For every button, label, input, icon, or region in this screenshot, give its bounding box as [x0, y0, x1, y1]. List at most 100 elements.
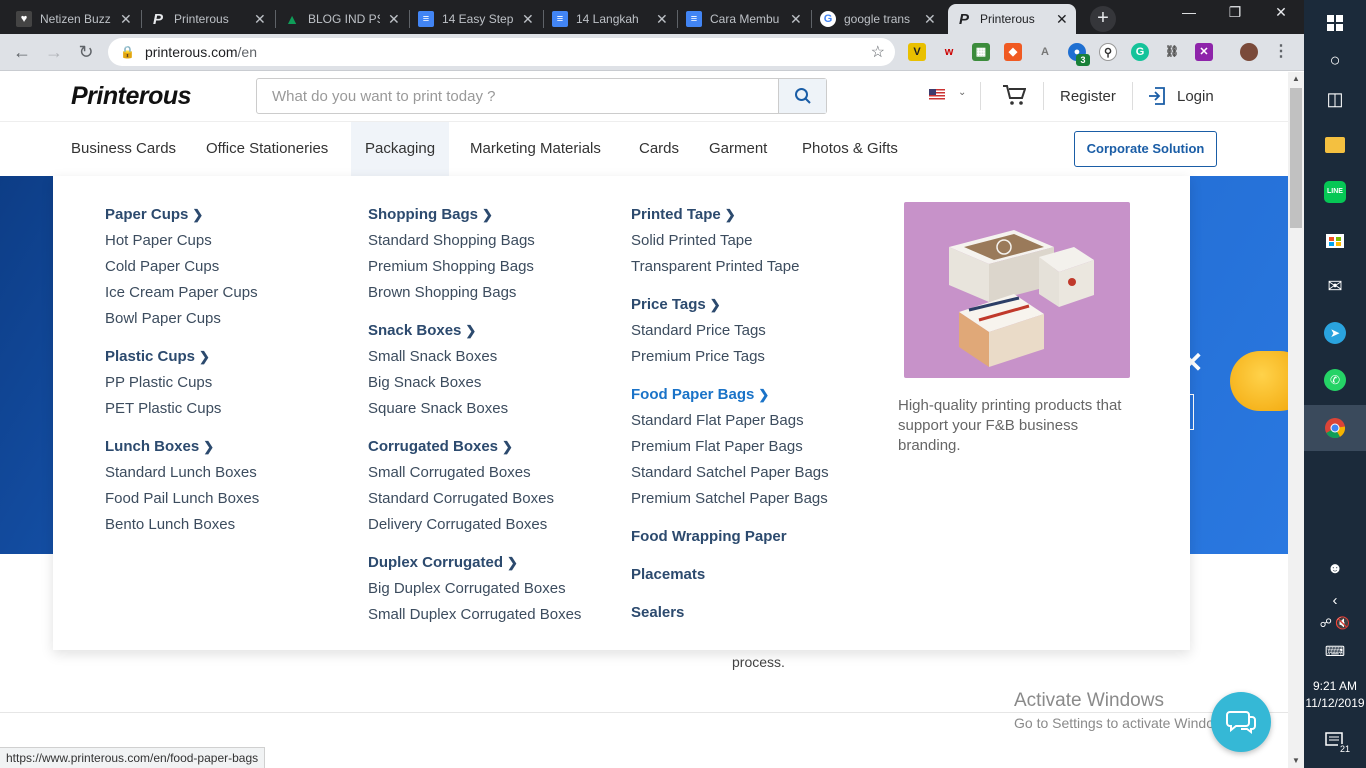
menu-group-sealers[interactable]: Sealers	[631, 600, 829, 626]
menu-item[interactable]: Small Snack Boxes	[368, 344, 581, 370]
task-view-icon[interactable]: ◫	[1304, 76, 1366, 122]
browser-tab[interactable]: P Printerous ✕	[142, 4, 274, 34]
menu-item[interactable]: Standard Lunch Boxes	[105, 460, 259, 486]
nav-category-cards[interactable]: Cards	[639, 122, 679, 176]
cart-icon[interactable]	[1002, 84, 1027, 111]
page-scrollbar[interactable]: ▲ ▼	[1288, 72, 1304, 768]
menu-item[interactable]: Ice Cream Paper Cups	[105, 280, 259, 306]
menu-item[interactable]: Standard Corrugated Boxes	[368, 486, 581, 512]
tab-close-icon[interactable]: ✕	[1056, 11, 1068, 28]
scroll-down-arrow[interactable]: ▼	[1288, 754, 1304, 768]
w-extension-icon[interactable]: w	[940, 43, 958, 61]
menu-item[interactable]: Small Corrugated Boxes	[368, 460, 581, 486]
telegram-icon[interactable]: ➤	[1304, 310, 1366, 356]
menu-group-food-wrapping-paper[interactable]: Food Wrapping Paper	[631, 524, 829, 550]
menu-item[interactable]: PP Plastic Cups	[105, 370, 259, 396]
tab-close-icon[interactable]: ✕	[790, 11, 802, 28]
menu-item[interactable]: Food Pail Lunch Boxes	[105, 486, 259, 512]
nav-category-marketing-materials[interactable]: Marketing Materials	[470, 122, 601, 176]
scroll-up-arrow[interactable]: ▲	[1288, 72, 1304, 86]
menu-item[interactable]: Hot Paper Cups	[105, 228, 259, 254]
nav-category-packaging[interactable]: Packaging	[351, 122, 450, 176]
nav-category-photos-gifts[interactable]: Photos & Gifts	[802, 122, 898, 176]
store-icon[interactable]	[1304, 216, 1366, 262]
menu-item[interactable]: Square Snack Boxes	[368, 396, 581, 422]
search-button[interactable]	[778, 79, 826, 113]
v-extension-icon[interactable]: V	[908, 43, 926, 61]
browser-tab[interactable]: P Printerous ✕	[948, 4, 1076, 34]
menu-item[interactable]: Bowl Paper Cups	[105, 306, 259, 332]
menu-item[interactable]: Delivery Corrugated Boxes	[368, 512, 581, 538]
menu-item[interactable]: Small Duplex Corrugated Boxes	[368, 602, 581, 628]
file-explorer-icon[interactable]	[1304, 122, 1366, 168]
restore-button[interactable]: ❐	[1212, 4, 1258, 21]
car-extension-icon[interactable]: ⛓	[1163, 43, 1181, 61]
nav-category-garment[interactable]: Garment	[709, 122, 767, 176]
browser-tab[interactable]: ≡ Cara Membu ✕	[678, 4, 810, 34]
menu-group-printed-tape[interactable]: Printed Tape ❯	[631, 202, 829, 228]
tab-close-icon[interactable]: ✕	[522, 11, 534, 28]
menu-item[interactable]: Bento Lunch Boxes	[105, 512, 259, 538]
whatsapp-icon[interactable]: ✆	[1304, 357, 1366, 403]
orange-extension-icon[interactable]: ◆	[1004, 43, 1022, 61]
search-input[interactable]	[257, 79, 779, 113]
menu-item[interactable]: Premium Flat Paper Bags	[631, 434, 829, 460]
login-link[interactable]: Login	[1177, 88, 1214, 105]
browser-tab[interactable]: ≡ 14 Langkah ✕	[544, 4, 676, 34]
menu-item[interactable]: Transparent Printed Tape	[631, 254, 829, 280]
chevron-down-icon[interactable]: ⌄	[958, 87, 966, 98]
back-icon[interactable]: ←	[12, 42, 32, 63]
keyboard-icon[interactable]: ⌨	[1304, 628, 1366, 674]
close-window-button[interactable]: ✕	[1258, 4, 1304, 21]
a-extension-icon[interactable]: A	[1036, 43, 1054, 61]
menu-group-paper-cups[interactable]: Paper Cups ❯	[105, 202, 259, 228]
menu-item[interactable]: Standard Price Tags	[631, 318, 829, 344]
line-app-icon[interactable]: LINE	[1304, 169, 1366, 215]
register-link[interactable]: Register	[1060, 88, 1116, 105]
menu-item[interactable]: Big Snack Boxes	[368, 370, 581, 396]
tab-close-icon[interactable]: ✕	[120, 11, 132, 28]
browser-tab[interactable]: Ggoogle trans ✕	[812, 4, 944, 34]
purple-extension-icon[interactable]: ✕	[1195, 43, 1213, 61]
menu-item[interactable]: Premium Satchel Paper Bags	[631, 486, 829, 512]
scrollbar-thumb[interactable]	[1290, 88, 1302, 228]
menu-group-price-tags[interactable]: Price Tags ❯	[631, 292, 829, 318]
menu-item[interactable]: Standard Shopping Bags	[368, 228, 581, 254]
menu-group-placemats[interactable]: Placemats	[631, 562, 829, 588]
menu-item[interactable]: Standard Satchel Paper Bags	[631, 460, 829, 486]
corporate-solution-button[interactable]: Corporate Solution	[1074, 131, 1217, 167]
chat-button[interactable]	[1211, 692, 1271, 752]
menu-group-shopping-bags[interactable]: Shopping Bags ❯	[368, 202, 581, 228]
us-flag-icon[interactable]	[929, 89, 945, 100]
menu-group-lunch-boxes[interactable]: Lunch Boxes ❯	[105, 434, 259, 460]
menu-item[interactable]: Solid Printed Tape	[631, 228, 829, 254]
bookmark-star-icon[interactable]: ☆	[871, 42, 885, 62]
tab-close-icon[interactable]: ✕	[924, 11, 936, 28]
menu-group-corrugated-boxes[interactable]: Corrugated Boxes ❯	[368, 434, 581, 460]
nav-category-business-cards[interactable]: Business Cards	[71, 122, 176, 176]
menu-group-food-paper-bags[interactable]: Food Paper Bags ❯	[631, 382, 829, 408]
action-center-icon[interactable]: 21	[1304, 718, 1366, 764]
menu-dots-icon[interactable]: ⋮	[1272, 43, 1290, 61]
menu-item[interactable]: Premium Shopping Bags	[368, 254, 581, 280]
mail-icon[interactable]: ✉	[1304, 263, 1366, 309]
taskbar-clock[interactable]: 9:21 AM 11/12/2019	[1304, 678, 1366, 712]
magnifier-extension-icon[interactable]: ⚲	[1099, 43, 1117, 61]
menu-item[interactable]: Cold Paper Cups	[105, 254, 259, 280]
menu-item[interactable]: Brown Shopping Bags	[368, 280, 581, 306]
menu-group-duplex-corrugated[interactable]: Duplex Corrugated ❯	[368, 550, 581, 576]
new-tab-button[interactable]: +	[1090, 6, 1116, 32]
forward-icon[interactable]: →	[44, 42, 64, 63]
menu-item[interactable]: PET Plastic Cups	[105, 396, 259, 422]
browser-tab[interactable]: ▲ BLOG IND PS ✕	[276, 4, 408, 34]
profile-avatar[interactable]	[1240, 43, 1258, 61]
menu-group-snack-boxes[interactable]: Snack Boxes ❯	[368, 318, 581, 344]
minimize-button[interactable]: —	[1166, 4, 1212, 20]
menu-group-plastic-cups[interactable]: Plastic Cups ❯	[105, 344, 259, 370]
tab-close-icon[interactable]: ✕	[254, 11, 266, 28]
address-bar[interactable]: 🔒 printerous.com/en ☆	[108, 38, 895, 66]
browser-tab[interactable]: ♥ Netizen Buzz ✕	[8, 4, 140, 34]
nav-category-office-stationeries[interactable]: Office Stationeries	[206, 122, 328, 176]
chrome-icon[interactable]	[1304, 405, 1366, 451]
browser-tab[interactable]: ≡ 14 Easy Step ✕	[410, 4, 542, 34]
